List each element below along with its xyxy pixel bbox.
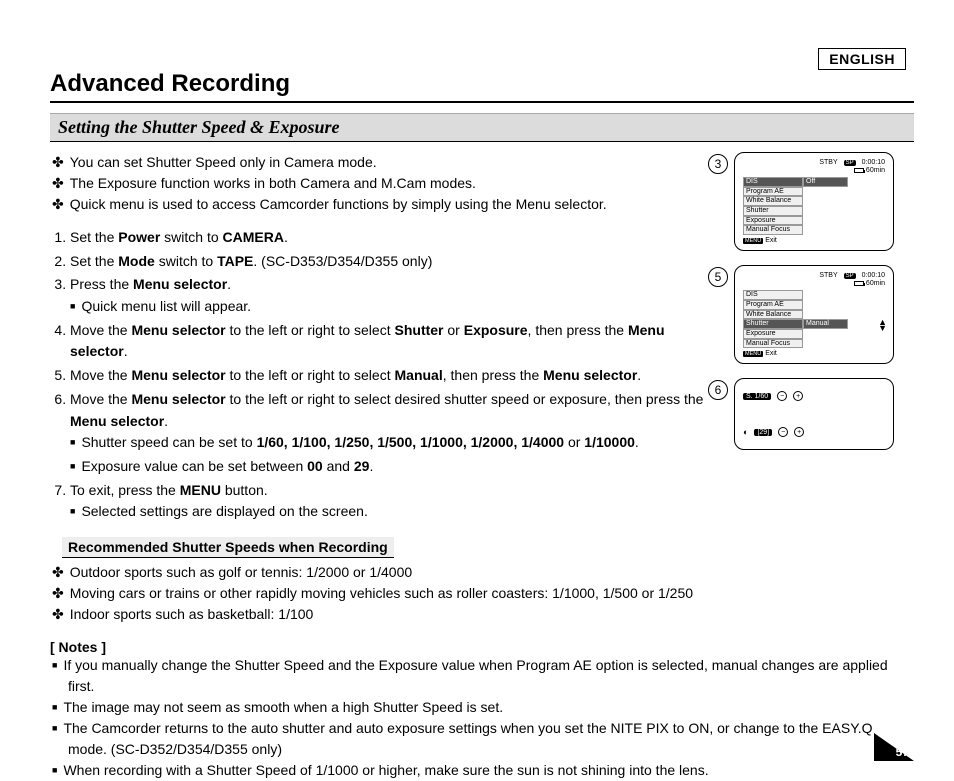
step-3: Press the Menu selector. Quick menu list… [70,274,722,317]
exit-label: Exit [765,237,777,244]
rec-item: Indoor sports such as basketball: 1/100 [70,604,722,625]
menu-badge-icon: MENU [743,238,763,244]
exposure-icon: ◐ [743,427,748,437]
step-7-sub: Selected settings are displayed on the s… [70,501,722,523]
intro-list: You can set Shutter Speed only in Camera… [50,152,722,215]
step-number-icon: 5 [708,267,728,287]
figure-3: 3 STBY SP 0:00:10 60min DISOff Program A… [734,152,914,251]
shutter-badge: S. 1/60 [743,393,771,400]
menu-item-value: Manual [803,319,848,329]
menu-list: DIS Program AE White Balance ShutterManu… [743,290,885,348]
step-number-icon: 3 [708,154,728,174]
exposure-badge: [29] [754,429,772,436]
recommended-list: Outdoor sports such as golf or tennis: 1… [50,562,722,625]
note-item: The image may not seem as smooth when a … [68,697,914,718]
time-label: 0:00:10 [862,272,885,279]
menu-item-value: Off [803,177,848,187]
step-5: Move the Menu selector to the left or ri… [70,365,722,387]
step-4: Move the Menu selector to the left or ri… [70,320,722,363]
rec-item: Outdoor sports such as golf or tennis: 1… [70,562,722,583]
remaining-label: 60min [866,167,885,174]
minus-icon: − [778,427,788,437]
step-6: Move the Menu selector to the left or ri… [70,389,722,478]
plus-icon: + [793,391,803,401]
camcorder-screen: STBY SP 0:00:10 60min DISOff Program AE … [734,152,894,251]
intro-item: The Exposure function works in both Came… [70,173,722,194]
step-6-sub-2: Exposure value can be set between 00 and… [70,456,722,478]
intro-item: You can set Shutter Speed only in Camera… [70,152,722,173]
figure-6: 6 S. 1/60 − + ◐ [29] − + [734,378,914,450]
intro-item: Quick menu is used to access Camcorder f… [70,194,722,215]
page-title: Advanced Recording [50,70,914,103]
menu-item-label: Program AE [743,187,803,197]
page-number-badge: 57 [872,731,914,761]
step-3-sub: Quick menu list will appear. [70,296,722,318]
battery-icon [854,281,864,286]
menu-item-label: DIS [743,177,803,187]
vertical-arrows-icon: ▲▼ [878,319,887,332]
figure-5: 5 STBY SP 0:00:10 60min DIS Program AE W… [734,265,914,364]
plus-icon: + [794,427,804,437]
minus-icon: − [777,391,787,401]
camcorder-screen: S. 1/60 − + ◐ [29] − + [734,378,894,450]
step-7: To exit, press the MENU button. Selected… [70,480,722,523]
menu-item-label: Manual Focus [743,339,803,349]
time-label: 0:00:10 [862,159,885,166]
step-1: Set the Power switch to CAMERA. [70,227,722,249]
step-6-sub-1: Shutter speed can be set to 1/60, 1/100,… [70,432,722,454]
menu-item-label: Program AE [743,300,803,310]
figures-column: 3 STBY SP 0:00:10 60min DISOff Program A… [734,152,914,625]
sp-badge: SP [844,160,856,166]
note-item: The Camcorder returns to the auto shutte… [68,718,914,760]
recommended-heading: Recommended Shutter Speeds when Recordin… [62,537,394,558]
stby-label: STBY [819,159,837,166]
page-number: 57 [896,745,909,759]
menu-item-label: Shutter [743,319,803,329]
main-text-column: You can set Shutter Speed only in Camera… [50,152,722,625]
battery-icon [854,168,864,173]
sp-badge: SP [844,273,856,279]
menu-badge-icon: MENU [743,351,763,357]
menu-item-label: Shutter [743,206,803,216]
step-number-icon: 6 [708,380,728,400]
menu-item-label: DIS [743,290,803,300]
section-heading: Setting the Shutter Speed & Exposure [50,113,914,142]
rec-item: Moving cars or trains or other rapidly m… [70,583,722,604]
camcorder-screen: STBY SP 0:00:10 60min DIS Program AE Whi… [734,265,894,364]
menu-item-label: Manual Focus [743,225,803,235]
note-item: If you manually change the Shutter Speed… [68,655,914,697]
menu-item-label: White Balance [743,310,803,320]
remaining-label: 60min [866,280,885,287]
language-box: ENGLISH [818,48,906,70]
menu-list: DISOff Program AE White Balance Shutter … [743,177,885,235]
menu-item-label: Exposure [743,329,803,339]
stby-label: STBY [819,272,837,279]
menu-item-label: Exposure [743,216,803,226]
exit-label: Exit [765,350,777,357]
notes-heading: [ Notes ] [50,639,914,655]
steps-list: Set the Power switch to CAMERA. Set the … [50,227,722,523]
notes-list: If you manually change the Shutter Speed… [50,655,914,781]
menu-item-label: White Balance [743,196,803,206]
note-item: When recording with a Shutter Speed of 1… [68,760,914,781]
step-2: Set the Mode switch to TAPE. (SC-D353/D3… [70,251,722,273]
